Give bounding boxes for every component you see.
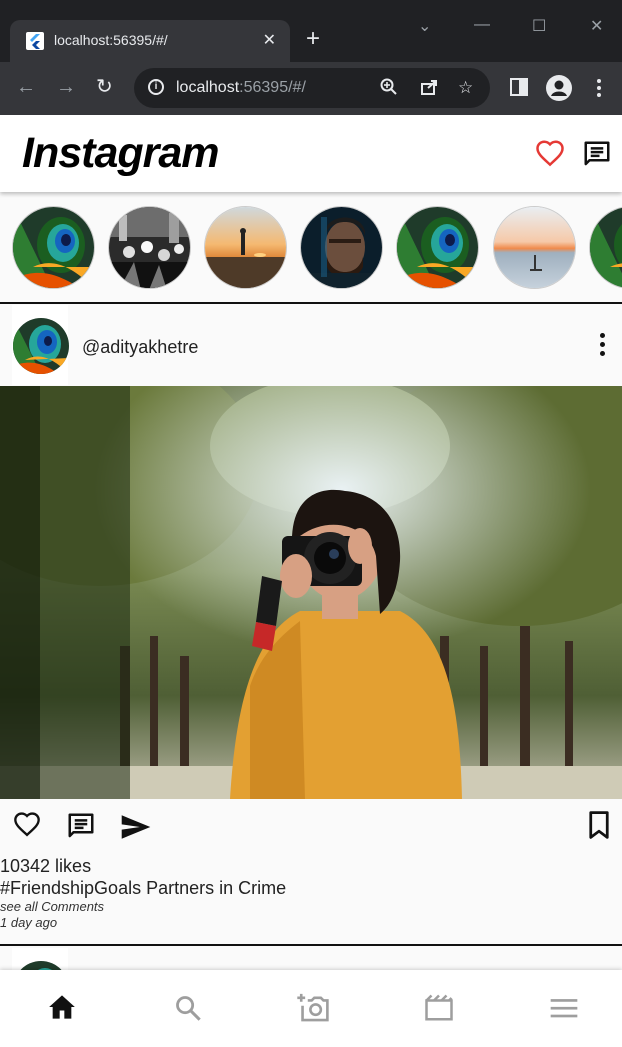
bottom-navigation-bar xyxy=(0,970,622,1047)
movie-icon[interactable] xyxy=(424,994,454,1027)
story-avatar-peacock-2[interactable] xyxy=(396,206,479,289)
story-avatar-crowd[interactable] xyxy=(108,206,191,289)
forward-icon[interactable]: → xyxy=(56,76,76,98)
maximize-icon[interactable]: ☐ xyxy=(532,16,546,36)
story-avatar-sunset-man[interactable] xyxy=(204,206,287,289)
back-icon[interactable]: ← xyxy=(16,76,36,98)
story-avatar-peacock-3[interactable] xyxy=(589,206,622,289)
address-bar[interactable]: i localhost:56395/#/ ☆ xyxy=(134,68,490,108)
post-image[interactable] xyxy=(0,386,622,799)
post-timestamp: 1 day ago xyxy=(0,915,58,930)
post-divider xyxy=(0,944,622,946)
tab-title: localhost:56395/#/ xyxy=(54,32,168,48)
post-author-avatar[interactable] xyxy=(13,318,69,374)
app-viewport: Instagram @adityakhetre 10342 likes #Fri… xyxy=(0,115,622,1047)
heart-outline-icon[interactable] xyxy=(534,139,566,174)
tab-search-icon[interactable]: ⌄ xyxy=(418,16,431,36)
stories-divider xyxy=(0,302,622,304)
see-all-comments-link[interactable]: see all Comments xyxy=(0,899,104,914)
close-window-icon[interactable]: ✕ xyxy=(590,16,603,36)
bookmark-icon[interactable] xyxy=(588,811,610,844)
browser-toolbar: ← → ↻ i localhost:56395/#/ ☆ xyxy=(0,62,622,115)
url-text: localhost:56395/#/ xyxy=(176,79,306,96)
minimize-icon[interactable]: — xyxy=(474,16,490,34)
post-header: @adityakhetre xyxy=(0,305,622,385)
reload-icon[interactable]: ↻ xyxy=(96,76,113,98)
instagram-logo: Instagram xyxy=(22,129,220,177)
send-icon[interactable] xyxy=(120,814,152,845)
new-tab-icon[interactable]: + xyxy=(306,26,320,52)
post-actions xyxy=(0,805,622,847)
like-heart-icon[interactable] xyxy=(12,811,42,844)
app-bar: Instagram xyxy=(0,115,622,192)
zoom-icon[interactable] xyxy=(380,78,398,101)
story-avatar-sea-sunset[interactable] xyxy=(493,206,576,289)
like-count: 10342 likes xyxy=(0,856,92,876)
browser-tab[interactable]: localhost:56395/#/ ✕ xyxy=(10,20,290,62)
stories-row xyxy=(0,193,622,303)
comment-icon[interactable] xyxy=(66,811,96,846)
profile-icon[interactable] xyxy=(545,74,573,107)
site-info-icon[interactable]: i xyxy=(148,79,164,95)
browser-tab-bar: localhost:56395/#/ ✕ + ⌄ — ☐ ✕ xyxy=(0,0,622,62)
more-options-icon[interactable] xyxy=(600,333,606,360)
menu-icon[interactable] xyxy=(550,998,578,1023)
flutter-favicon-icon xyxy=(26,32,44,50)
side-panel-icon[interactable] xyxy=(510,78,528,101)
close-tab-icon[interactable]: ✕ xyxy=(263,30,276,50)
bookmark-star-icon[interactable]: ☆ xyxy=(458,78,473,98)
post-username[interactable]: @adityakhetre xyxy=(82,337,198,358)
story-avatar-peacock[interactable] xyxy=(12,206,95,289)
share-icon[interactable] xyxy=(420,78,438,101)
browser-menu-icon[interactable] xyxy=(596,78,602,103)
home-icon[interactable] xyxy=(48,994,76,1025)
post-caption: #FriendshipGoals Partners in Crime xyxy=(0,878,287,898)
story-avatar-man-portrait[interactable] xyxy=(300,206,383,289)
chat-icon[interactable] xyxy=(582,139,612,174)
add-photo-icon[interactable] xyxy=(296,990,330,1029)
search-icon[interactable] xyxy=(174,994,202,1027)
